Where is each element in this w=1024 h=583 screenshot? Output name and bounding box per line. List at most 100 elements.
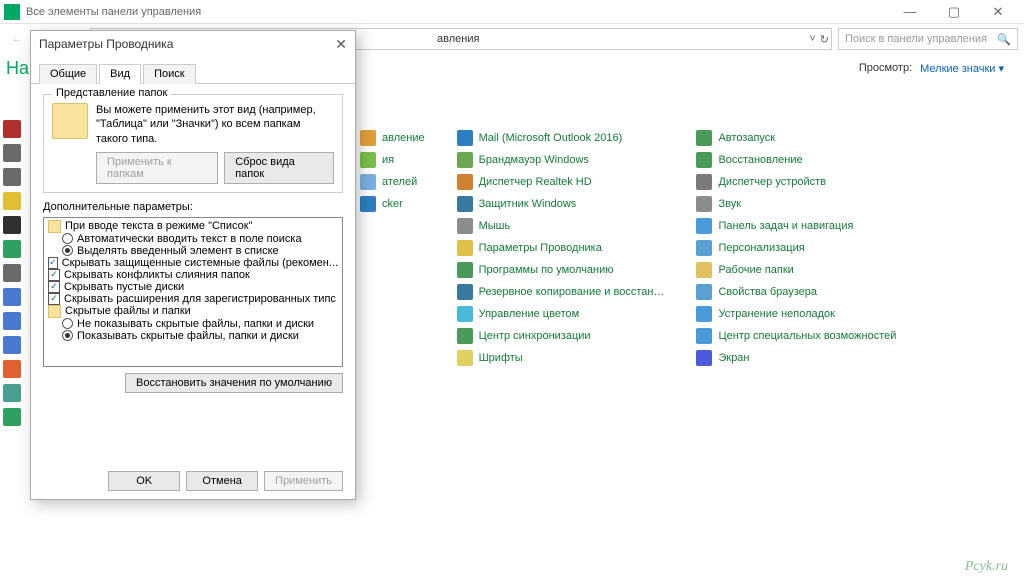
- cp-item[interactable]: Программы по умолчанию: [457, 262, 665, 278]
- cp-item-label: cker: [382, 198, 403, 210]
- cp-item[interactable]: Центр специальных возможностей: [696, 328, 896, 344]
- cp-item-icon: [457, 218, 473, 234]
- breadcrumb-dropdown[interactable]: ˅: [809, 33, 815, 46]
- tree-item-label: Скрытые файлы и папки: [65, 305, 191, 317]
- cp-item-icon: [457, 350, 473, 366]
- checkbox-icon: ✓: [48, 281, 60, 293]
- cp-item-label: Диспетчер Realtek HD: [479, 176, 592, 188]
- ok-button[interactable]: OK: [108, 471, 180, 491]
- view-selector[interactable]: Мелкие значки ▾: [920, 62, 1004, 75]
- radio-icon: [62, 330, 73, 341]
- cp-item-icon: [696, 350, 712, 366]
- radio-icon: [62, 318, 73, 329]
- cp-item[interactable]: cker: [360, 196, 425, 212]
- cp-item-label: Диспетчер устройств: [718, 176, 826, 188]
- cp-item-label: Параметры Проводника: [479, 242, 602, 254]
- cp-item[interactable]: Персонализация: [696, 240, 896, 256]
- dock-icon-5[interactable]: [3, 240, 21, 258]
- cp-item-label: Звук: [718, 198, 741, 210]
- cp-item-icon: [696, 328, 712, 344]
- cp-item[interactable]: Звук: [696, 196, 896, 212]
- dialog-close-button[interactable]: ✕: [335, 36, 347, 53]
- cp-item[interactable]: Рабочие папки: [696, 262, 896, 278]
- dock-icon-11[interactable]: [3, 384, 21, 402]
- cp-item-label: Экран: [718, 352, 749, 364]
- close-button[interactable]: ✕: [976, 0, 1020, 24]
- cp-item[interactable]: Диспетчер Realtek HD: [457, 174, 665, 190]
- tab-поиск[interactable]: Поиск: [143, 64, 195, 84]
- cp-item[interactable]: Автозапуск: [696, 130, 896, 146]
- dialog-titlebar[interactable]: Параметры Проводника ✕: [31, 31, 355, 57]
- cp-item-icon: [696, 130, 712, 146]
- cp-item-icon: [457, 196, 473, 212]
- cp-item[interactable]: Мышь: [457, 218, 665, 234]
- cp-item[interactable]: Экран: [696, 350, 896, 366]
- cp-item[interactable]: ателей: [360, 174, 425, 190]
- advanced-settings-tree[interactable]: При вводе текста в режиме "Список"Автома…: [43, 217, 343, 367]
- tree-item[interactable]: Показывать скрытые файлы, папки и диски: [48, 330, 338, 342]
- tree-item-label: Не показывать скрытые файлы, папки и дис…: [77, 318, 314, 330]
- cp-item[interactable]: Шрифты: [457, 350, 665, 366]
- dock-icon-4[interactable]: [3, 216, 21, 234]
- dock-icon-7[interactable]: [3, 288, 21, 306]
- radio-icon: [62, 245, 73, 256]
- cp-item[interactable]: ия: [360, 152, 425, 168]
- dock-icon-10[interactable]: [3, 360, 21, 378]
- dock-icon-9[interactable]: [3, 336, 21, 354]
- tree-item[interactable]: ✓Скрывать расширения для зарегистрирован…: [48, 293, 338, 305]
- maximize-button[interactable]: ▢: [932, 0, 976, 24]
- tree-item[interactable]: Скрытые файлы и папки: [48, 305, 338, 318]
- tree-item-label: Автоматически вводить текст в поле поиск…: [77, 233, 302, 245]
- cp-item[interactable]: авление: [360, 130, 425, 146]
- dock-icon-1[interactable]: [3, 144, 21, 162]
- dialog-body: Представление папок Вы можете применить …: [31, 84, 355, 463]
- tree-item[interactable]: Выделять введенный элемент в списке: [48, 245, 338, 257]
- tree-item[interactable]: При вводе текста в режиме "Список": [48, 220, 338, 233]
- cp-item[interactable]: Свойства браузера: [696, 284, 896, 300]
- tree-item[interactable]: ✓Скрывать защищенные системные файлы (ре…: [48, 257, 338, 269]
- tab-общие[interactable]: Общие: [39, 64, 97, 84]
- restore-defaults-button[interactable]: Восстановить значения по умолчанию: [125, 373, 343, 393]
- tree-item[interactable]: Не показывать скрытые файлы, папки и дис…: [48, 318, 338, 330]
- cp-item-icon: [360, 130, 376, 146]
- dock-icon-8[interactable]: [3, 312, 21, 330]
- tree-item[interactable]: ✓Скрывать пустые диски: [48, 281, 338, 293]
- cp-item-label: Панель задач и навигация: [718, 220, 853, 232]
- cp-item[interactable]: Диспетчер устройств: [696, 174, 896, 190]
- cp-item-icon: [360, 196, 376, 212]
- cp-item[interactable]: Управление цветом: [457, 306, 665, 322]
- cp-item[interactable]: Резервное копирование и восстан…: [457, 284, 665, 300]
- cp-item[interactable]: Защитник Windows: [457, 196, 665, 212]
- cp-item-label: Брандмауэр Windows: [479, 154, 589, 166]
- cp-item-label: ия: [382, 154, 394, 166]
- cp-item[interactable]: Параметры Проводника: [457, 240, 665, 256]
- cp-column-0: авление ия ателей cker: [360, 130, 425, 366]
- cp-item[interactable]: Mail (Microsoft Outlook 2016): [457, 130, 665, 146]
- back-button[interactable]: ←: [6, 28, 28, 50]
- tab-вид[interactable]: Вид: [99, 64, 141, 84]
- search-input[interactable]: Поиск в панели управления 🔍: [838, 28, 1018, 50]
- folder-icon: [52, 103, 88, 139]
- cp-item[interactable]: Центр синхронизации: [457, 328, 665, 344]
- dock-icon-6[interactable]: [3, 264, 21, 282]
- cp-item-label: Шрифты: [479, 352, 523, 364]
- tree-item[interactable]: ✓Скрывать конфликты слияния папок: [48, 269, 338, 281]
- cp-item[interactable]: Панель задач и навигация: [696, 218, 896, 234]
- reset-folders-button[interactable]: Сброс вида папок: [224, 152, 334, 184]
- folder-view-group: Представление папок Вы можете применить …: [43, 94, 343, 193]
- dock-icon-3[interactable]: [3, 192, 21, 210]
- heading-partial: На: [6, 58, 29, 79]
- dock-icon-12[interactable]: [3, 408, 21, 426]
- cp-item[interactable]: Брандмауэр Windows: [457, 152, 665, 168]
- cancel-button[interactable]: Отмена: [186, 471, 258, 491]
- dock-icon-0[interactable]: [3, 120, 21, 138]
- cp-item[interactable]: Восстановление: [696, 152, 896, 168]
- tree-item[interactable]: Автоматически вводить текст в поле поиск…: [48, 233, 338, 245]
- dock-icon-2[interactable]: [3, 168, 21, 186]
- refresh-button[interactable]: ↻: [820, 33, 829, 46]
- cp-item-label: Программы по умолчанию: [479, 264, 614, 276]
- tree-item-label: Скрывать конфликты слияния папок: [64, 269, 250, 281]
- cp-item-icon: [457, 152, 473, 168]
- cp-item[interactable]: Устранение неполадок: [696, 306, 896, 322]
- minimize-button[interactable]: —: [888, 0, 932, 24]
